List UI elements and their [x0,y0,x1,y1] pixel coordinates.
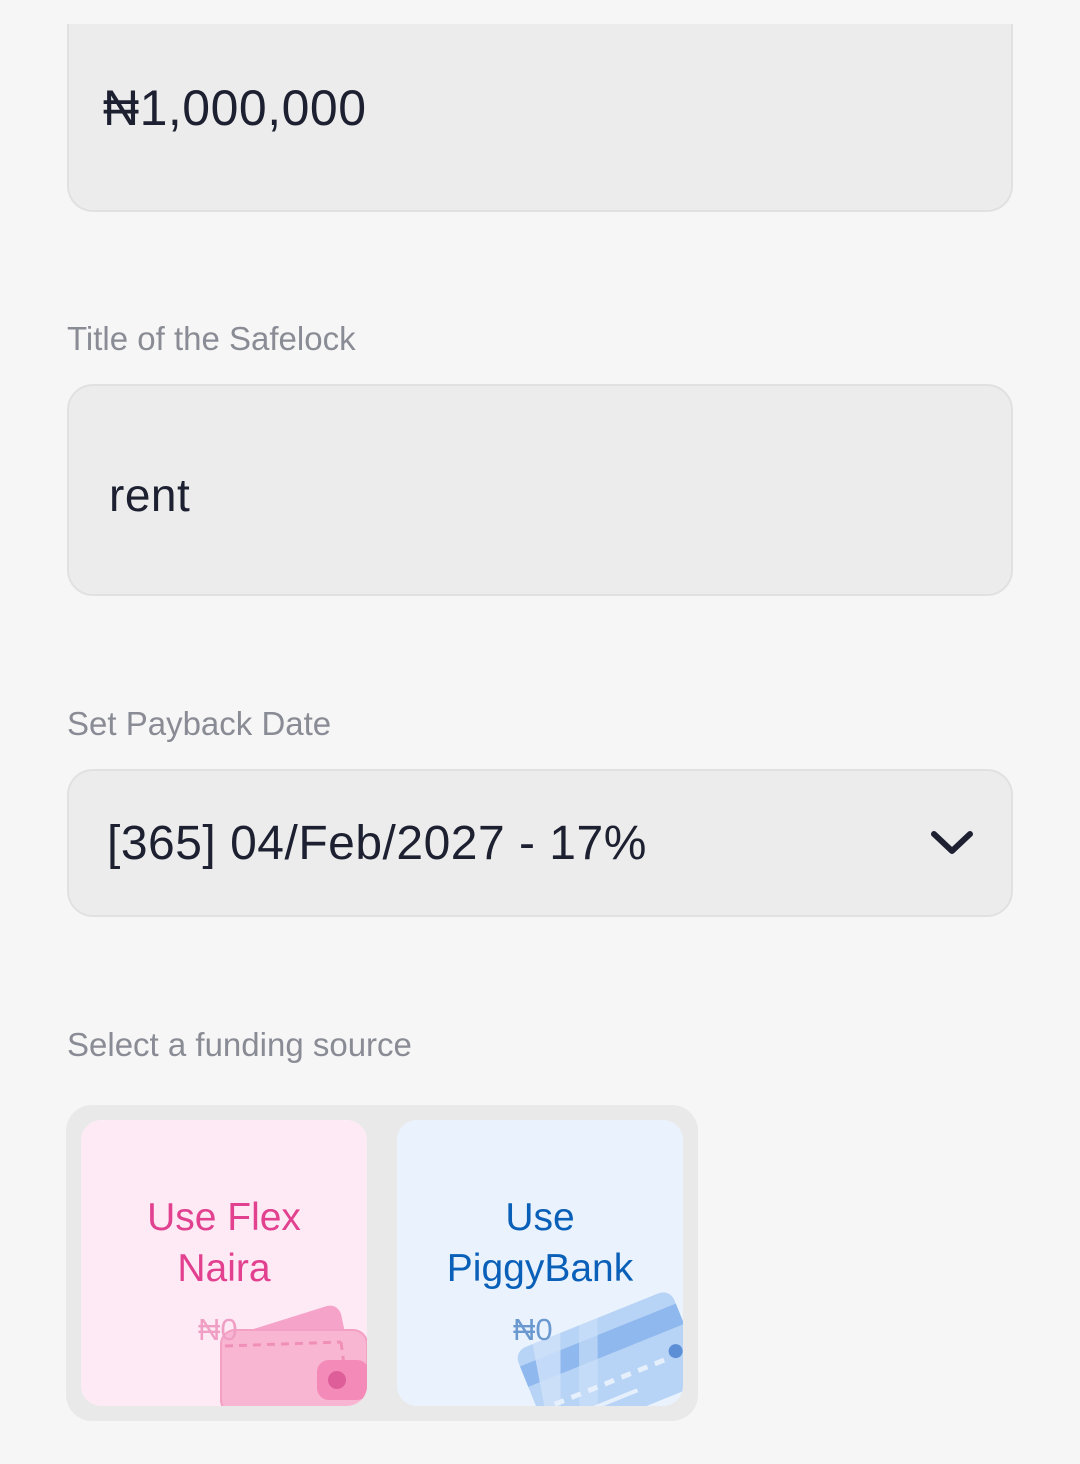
flex-naira-title-line2: Naira [177,1247,271,1290]
piggybank-option[interactable]: Use PiggyBank ₦0 [397,1120,683,1406]
piggybank-title: Use PiggyBank [397,1192,683,1294]
payback-date-value: [365] 04/Feb/2027 - 17% [107,816,647,870]
flex-naira-option[interactable]: Use Flex Naira ₦0 [81,1120,367,1406]
title-value: rent [109,469,191,521]
funding-source-label: Select a funding source [67,1026,412,1063]
funding-source-options: Use Flex Naira ₦0 Use PiggyBank ₦0 [66,1105,698,1421]
payback-date-select[interactable]: [365] 04/Feb/2027 - 17% [67,769,1013,917]
piggybank-title-line1: Use [505,1196,575,1239]
amount-value: ₦1,000,000 [103,80,367,136]
wallet-icon [220,1305,367,1406]
title-input[interactable]: rent [67,384,1013,596]
flex-naira-title: Use Flex Naira [81,1192,367,1294]
flex-naira-amount: ₦0 [198,1312,238,1347]
payback-date-label: Set Payback Date [67,705,332,742]
check-icon [1028,0,1050,8]
chevron-down-icon [931,831,973,854]
piggybank-amount: ₦0 [513,1312,553,1347]
title-label: Title of the Safelock [67,320,356,357]
flex-naira-title-line1: Use Flex [147,1196,301,1239]
amount-input[interactable]: ₦1,000,000 [67,24,1013,212]
